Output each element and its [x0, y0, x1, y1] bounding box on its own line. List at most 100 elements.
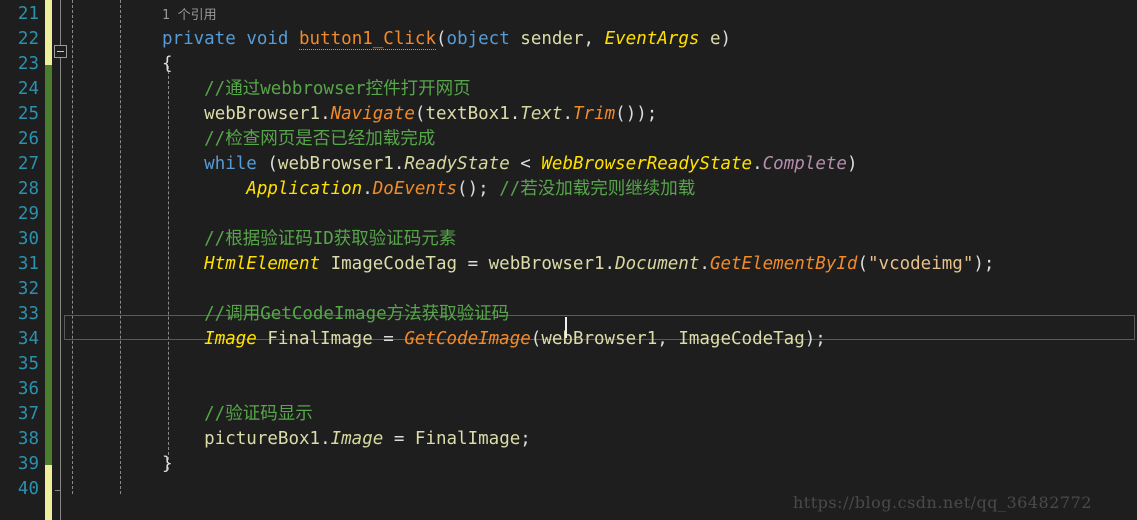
- code-token: (: [530, 329, 542, 349]
- text-caret: [565, 317, 567, 338]
- code-token: (: [256, 154, 278, 174]
- line-number: 36: [17, 379, 39, 399]
- line-number: 21: [17, 4, 39, 24]
- code-token: );: [804, 329, 826, 349]
- code-token: .: [562, 104, 573, 124]
- fold-collapse-icon[interactable]: [54, 45, 67, 58]
- code-line[interactable]: //检查网页是否已经加载完成: [162, 127, 435, 152]
- code-line[interactable]: webBrowser1.Navigate(textBox1.Text.Trim(…: [162, 102, 657, 127]
- line-number: 40: [17, 479, 39, 499]
- code-token: =: [383, 429, 415, 449]
- code-token: EventArgs: [604, 29, 700, 49]
- code-token: pictureBox1: [204, 429, 321, 449]
- code-token: (: [435, 29, 447, 49]
- code-token: webBrowser1: [204, 104, 321, 124]
- line-number: 33: [17, 304, 39, 324]
- code-token: webBrowser1: [277, 154, 394, 174]
- code-token: =: [457, 254, 489, 274]
- code-token: ,: [583, 29, 605, 49]
- code-token: "vcodeimg": [868, 254, 974, 274]
- line-number: 30: [17, 229, 39, 249]
- code-token: FinalImage: [256, 329, 373, 349]
- line-number: 31: [17, 254, 39, 274]
- code-token: .: [752, 154, 763, 174]
- code-token: Trim: [573, 104, 616, 124]
- code-token: ImageCodeTag: [678, 329, 805, 349]
- code-token: //检查网页是否已经加载完成: [162, 129, 436, 149]
- code-token: ;: [520, 429, 531, 449]
- code-line[interactable]: private void button1_Click(object sender…: [162, 27, 731, 52]
- code-line[interactable]: while (webBrowser1.ReadyState < WebBrows…: [162, 152, 857, 177]
- code-token: //若没加载完则继续加载: [499, 179, 696, 199]
- code-token: );: [973, 254, 995, 274]
- code-token: ): [846, 154, 858, 174]
- code-line[interactable]: //通过webbrowser控件打开网页: [162, 77, 470, 102]
- code-line[interactable]: pictureBox1.Image = FinalImage;: [162, 427, 531, 452]
- line-number: 32: [17, 279, 39, 299]
- code-token: sender: [509, 29, 584, 49]
- line-number: 24: [17, 79, 39, 99]
- change-bar-saved: [45, 65, 52, 465]
- line-number: 38: [17, 429, 39, 449]
- code-token: .: [320, 429, 331, 449]
- code-token: webBrowser1: [488, 254, 605, 274]
- code-line[interactable]: Image FinalImage = GetCodeImage(webBrows…: [162, 327, 826, 352]
- change-bar-unsaved-top: [45, 0, 52, 65]
- change-bar-unsaved-bottom: [45, 465, 52, 520]
- line-number: 35: [17, 354, 39, 374]
- code-token: Navigate: [330, 104, 415, 124]
- code-token: HtmlElement: [204, 254, 321, 274]
- code-token: Image: [330, 429, 384, 449]
- code-token: .: [699, 254, 710, 274]
- code-token: Text: [520, 104, 563, 124]
- code-token: DoEvents: [372, 179, 458, 199]
- code-line[interactable]: HtmlElement ImageCodeTag = webBrowser1.D…: [162, 252, 994, 277]
- code-token: .: [604, 254, 616, 274]
- code-token: ImageCodeTag: [320, 254, 458, 274]
- line-number-gutter: 21 22 23 24 25 26 27 28 29 30 31 32 33 34 35 36 37 38 39 40: [0, 0, 44, 520]
- code-line[interactable]: {: [162, 52, 173, 77]
- code-token: Document: [615, 254, 700, 274]
- code-token: //验证码显示: [162, 404, 313, 424]
- code-token: {: [162, 54, 173, 74]
- code-token: ,: [657, 329, 679, 349]
- code-token: }: [162, 454, 173, 474]
- code-line[interactable]: //验证码显示: [162, 402, 313, 427]
- line-number: 29: [17, 204, 39, 224]
- code-token: private: [162, 29, 236, 49]
- line-number: 34: [17, 329, 39, 349]
- code-token: object: [446, 29, 510, 49]
- code-line[interactable]: Application.DoEvents(); //若没加载完则继续加载: [162, 177, 695, 202]
- outlining-vertical-line: [60, 0, 61, 520]
- code-line[interactable]: }: [162, 452, 173, 477]
- line-number: 23: [17, 54, 39, 74]
- code-line[interactable]: //根据验证码ID获取验证码元素: [162, 227, 456, 252]
- code-token: ());: [615, 104, 658, 124]
- line-number: 26: [17, 129, 39, 149]
- code-token: textBox1: [425, 104, 510, 124]
- line-number: 28: [17, 179, 39, 199]
- line-number: 39: [17, 454, 39, 474]
- watermark-url: https://blog.csdn.net/qq_36482772: [793, 493, 1092, 512]
- code-text-layer[interactable]: 1 个引用 private void button1_Click(object s…: [0, 0, 1137, 520]
- code-token: ): [720, 29, 732, 49]
- codelens-reference-count[interactable]: 1 个引用: [162, 5, 217, 27]
- code-token: <: [520, 154, 531, 174]
- code-token: WebBrowserReadyState: [541, 154, 753, 174]
- code-token: (: [857, 254, 868, 274]
- code-token: ReadyState: [404, 154, 510, 174]
- code-line[interactable]: //调用GetCodeImage方法获取验证码: [162, 302, 509, 327]
- code-editor[interactable]: 1 个引用 private void button1_Click(object s…: [0, 0, 1137, 520]
- line-number: 25: [17, 104, 39, 124]
- code-token: =: [372, 329, 405, 349]
- code-token: //根据验证码ID获取验证码元素: [162, 229, 457, 249]
- code-token: (: [414, 104, 426, 124]
